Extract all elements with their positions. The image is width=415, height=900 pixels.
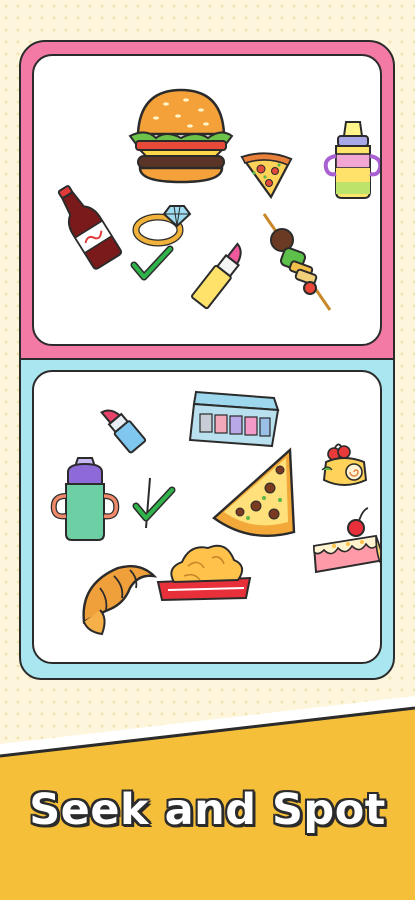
- diamond-ring-icon[interactable]: [132, 202, 192, 247]
- baby-bottle-icon[interactable]: [323, 120, 380, 200]
- eyeshadow-palette-icon[interactable]: [186, 390, 280, 448]
- bottom-panel: [19, 358, 395, 680]
- croissant-icon[interactable]: [78, 558, 158, 638]
- checkmark-icon: [130, 245, 176, 283]
- strawberry-cake-icon[interactable]: [306, 506, 380, 586]
- pizza-slice-icon[interactable]: [239, 151, 294, 201]
- lipstick-icon[interactable]: [96, 402, 150, 454]
- chicken-nuggets-icon[interactable]: [154, 532, 254, 602]
- top-panel: [19, 40, 395, 360]
- bottom-picture[interactable]: [32, 370, 382, 664]
- game-board: [19, 40, 395, 680]
- kebab-skewer-icon[interactable]: [260, 210, 334, 314]
- page-title: Seek and Spot: [29, 785, 386, 835]
- hamburger-icon[interactable]: [126, 86, 236, 186]
- cherry-cake-roll-icon[interactable]: [320, 440, 370, 492]
- checkmark-icon: [132, 476, 180, 532]
- pizza-slice-icon[interactable]: [210, 447, 298, 544]
- baby-bottle-icon[interactable]: [50, 456, 120, 541]
- top-picture[interactable]: [32, 54, 382, 346]
- lipstick-icon[interactable]: [190, 238, 250, 314]
- cola-bottle-icon[interactable]: [52, 182, 123, 270]
